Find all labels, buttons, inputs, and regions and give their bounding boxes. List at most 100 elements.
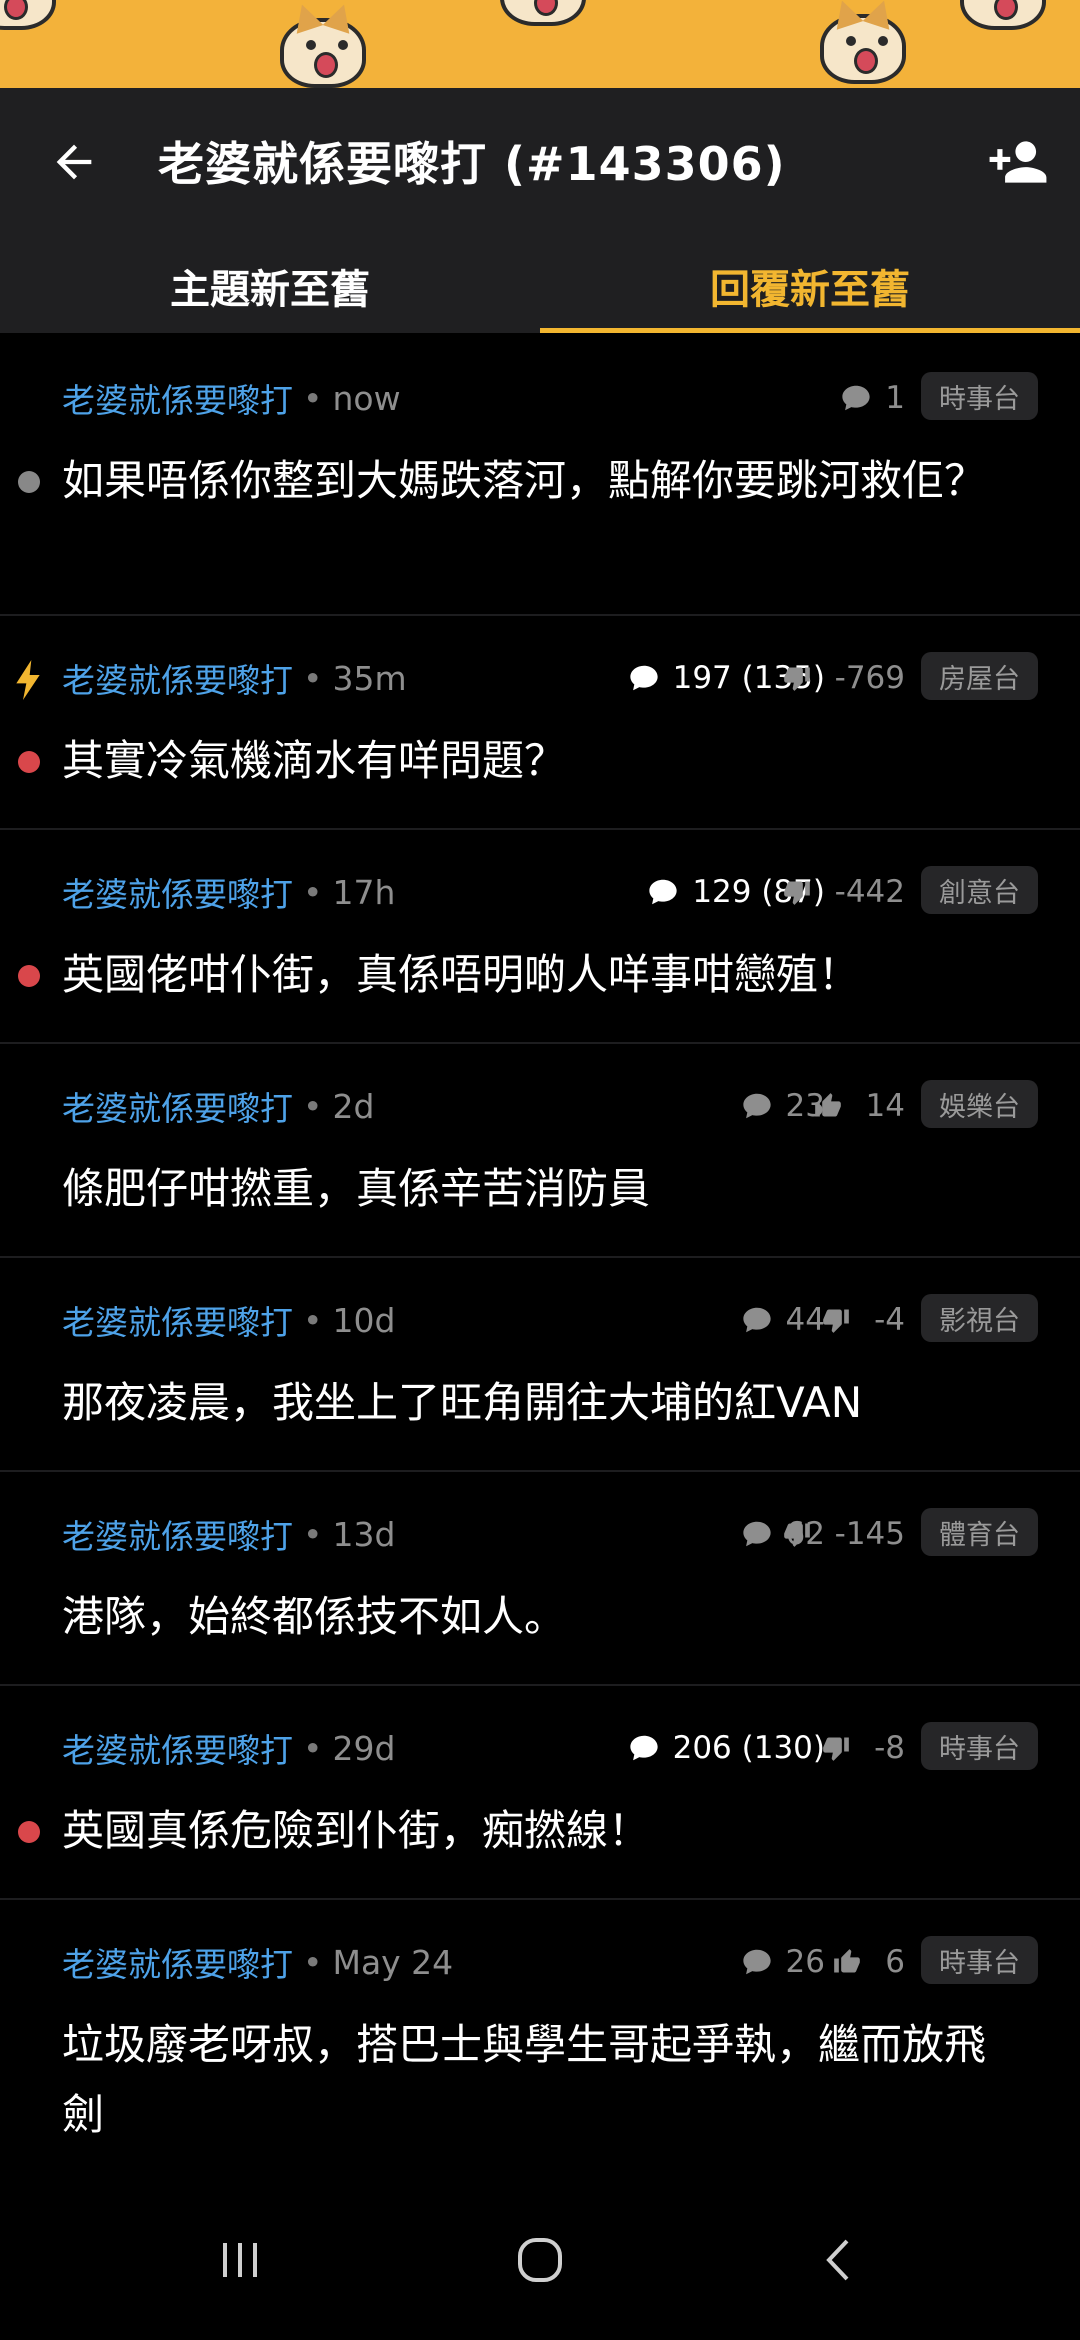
recent-apps-button[interactable] <box>180 2210 300 2310</box>
author-name[interactable]: 老婆就係要嚟打 <box>62 1510 293 1558</box>
post-time: 2d <box>332 1086 375 1126</box>
reply-stat: 44 <box>740 1302 825 1338</box>
dog-mascot-icon <box>280 18 366 88</box>
thread-meta: 老婆就係要嚟打 • now <box>62 378 401 421</box>
page-title: 老婆就係要嚟打 (#143306) <box>158 137 786 191</box>
arrow-left-icon <box>56 144 92 180</box>
reply-stat: 1 <box>839 380 905 416</box>
author-name[interactable]: 老婆就係要嚟打 <box>62 1724 293 1772</box>
channel-badge[interactable]: 時事台 <box>921 1936 1038 1984</box>
thread-title[interactable]: 英國佬咁仆街，真係唔明啲人咩事咁戀殖！ <box>62 940 1022 1010</box>
vote-stat: -8 <box>822 1730 905 1766</box>
thread-meta: 老婆就係要嚟打 • 29d <box>62 1728 396 1771</box>
unread-dot <box>18 471 40 493</box>
vote-count: -769 <box>783 658 905 698</box>
reply-count: 23 <box>740 1086 825 1126</box>
thumbs-down-icon <box>783 1523 810 1547</box>
tab-newest-topic[interactable]: 主題新至舊 <box>0 238 540 333</box>
thumbs-up-icon <box>814 1093 841 1117</box>
channel-badge[interactable]: 創意台 <box>921 866 1038 914</box>
thread-meta: 老婆就係要嚟打 • 10d <box>62 1300 395 1343</box>
reply-count-text: 26 <box>785 1944 825 1980</box>
channel-badge[interactable]: 時事台 <box>921 1722 1038 1770</box>
vote-count-text: -769 <box>834 660 905 696</box>
back-button[interactable] <box>36 124 112 200</box>
post-time: 17h <box>332 872 396 912</box>
thread-row[interactable]: 老婆就係要嚟打 • 2d 23 14 娛樂台條肥仔咁撚重，真係辛苦消防員 <box>0 1044 1080 1258</box>
post-time: 35m <box>332 658 407 698</box>
channel-badge[interactable]: 體育台 <box>921 1508 1038 1556</box>
unread-dot <box>18 1821 40 1843</box>
author-name[interactable]: 老婆就係要嚟打 <box>62 1082 293 1130</box>
author-name[interactable]: 老婆就係要嚟打 <box>62 374 293 422</box>
home-button[interactable] <box>480 2210 600 2310</box>
author-name[interactable]: 老婆就係要嚟打 <box>62 654 293 702</box>
author-name[interactable]: 老婆就係要嚟打 <box>62 1296 293 1344</box>
reply-count: 206 (130) <box>627 1728 825 1768</box>
thread-title[interactable]: 其實冷氣機滴水有咩問題？ <box>62 726 1022 796</box>
meta-separator: • <box>303 1728 323 1768</box>
channel-badge[interactable]: 影視台 <box>921 1294 1038 1342</box>
thumbs-down-icon <box>783 667 810 691</box>
vote-count-text: 6 <box>885 1944 905 1980</box>
thread-row[interactable]: 老婆就係要嚟打 • 17h 129 (87) -442 創意台 英國佬咁仆街，真係唔明啲人咩… <box>0 830 1080 1044</box>
recent-apps-icon <box>223 2243 257 2277</box>
reply-stat: 26 <box>740 1944 825 1980</box>
thread-title[interactable]: 英國真係危險到仆街，痴撚線！ <box>62 1796 1022 1866</box>
vote-stat: -442 <box>783 874 905 910</box>
vote-stat: -4 <box>822 1302 905 1338</box>
follow-user-button[interactable] <box>980 124 1056 200</box>
top-app-bar: 老婆就係要嚟打 (#143306) <box>0 88 1080 238</box>
thread-meta: 老婆就係要嚟打 • 2d <box>62 1086 375 1129</box>
speech-bubble-icon <box>649 879 677 905</box>
reply-count-text: 206 (130) <box>672 1730 825 1766</box>
post-time: 13d <box>332 1514 396 1554</box>
meta-separator: • <box>303 872 323 912</box>
lightning-bolt-icon <box>16 660 40 700</box>
speech-bubble-icon <box>742 1093 771 1119</box>
author-name[interactable]: 老婆就係要嚟打 <box>62 868 293 916</box>
thread-row[interactable]: 老婆就係要嚟打•13d62-145體育台港隊，始終都係技不如人。 <box>0 1472 1080 1686</box>
thread-title[interactable]: 港隊，始終都係技不如人。 <box>62 1582 1022 1652</box>
vote-stat: -769 <box>783 660 905 696</box>
vote-count-text: -8 <box>874 1730 905 1766</box>
meta-separator: • <box>303 1942 323 1982</box>
back-nav-button[interactable] <box>780 2210 900 2310</box>
thread-title[interactable]: 如果唔係你整到大媽跌落河，點解你要跳河救佢？ <box>62 446 1022 516</box>
vote-stat: -145 <box>783 1516 905 1552</box>
thumbs-down-icon <box>823 1737 849 1761</box>
thread-title[interactable]: 那夜凌晨，我坐上了旺角開往大埔的紅VAN <box>62 1368 1022 1438</box>
reply-stat: 23 <box>740 1088 825 1124</box>
thread-row[interactable]: 老婆就係要嚟打 • 35m 197 (135) -769 房屋台 其實冷氣機滴水有咩問題？ <box>0 616 1080 830</box>
post-time: now <box>332 378 401 418</box>
vote-stat: 14 <box>814 1088 905 1124</box>
post-time: 29d <box>332 1728 396 1768</box>
vote-count: -4 <box>822 1300 905 1340</box>
thread-row[interactable]: 老婆就係要嚟打 • now 1 時事台如果唔係你整到大媽跌落河，點解你要跳河救佢？ <box>0 336 1080 616</box>
thread-title[interactable]: 條肥仔咁撚重，真係辛苦消防員 <box>62 1154 1022 1224</box>
thread-row[interactable]: 老婆就係要嚟打 • 10d 44 -4 影視台那夜凌晨，我坐上了旺角開往大埔的紅VAN <box>0 1258 1080 1472</box>
thread-title[interactable]: 垃圾廢老呀叔，搭巴士與學生哥起爭執，繼而放飛劍 <box>62 2010 1022 2150</box>
dog-mascot-icon <box>820 14 906 84</box>
thread-row[interactable]: 老婆就係要嚟打 • 29d 206 (130) -8 時事台英國真係危險到仆街，痴撚線！ <box>0 1686 1080 1900</box>
meta-separator: • <box>303 1514 323 1554</box>
thread-meta: 老婆就係要嚟打 • 17h <box>62 872 396 915</box>
thread-meta: 老婆就係要嚟打 • May 24 <box>62 1942 453 1985</box>
author-name[interactable]: 老婆就係要嚟打 <box>62 1938 293 1986</box>
thumbs-up-icon <box>834 1949 861 1973</box>
reply-stat: 206 (130) <box>627 1730 825 1766</box>
system-nav-bar <box>0 2180 1080 2340</box>
vote-count: -442 <box>783 872 905 912</box>
reply-count: 44 <box>740 1300 825 1340</box>
channel-badge[interactable]: 房屋台 <box>921 652 1038 700</box>
vote-count-text: -145 <box>834 1516 905 1552</box>
channel-badge[interactable]: 時事台 <box>921 372 1038 420</box>
meta-separator: • <box>303 1300 323 1340</box>
tab-newest-reply[interactable]: 回覆新至舊 <box>540 238 1080 333</box>
home-icon <box>518 2238 562 2282</box>
channel-badge[interactable]: 娛樂台 <box>921 1080 1038 1128</box>
vote-count: -8 <box>822 1728 905 1768</box>
thread-row[interactable]: 老婆就係要嚟打 • May 24 26 6 時事台垃圾廢老呀叔，搭巴士與學生哥起爭執，繼而… <box>0 1900 1080 2186</box>
thumbs-down-icon <box>823 1309 849 1333</box>
vote-count: -145 <box>783 1514 905 1554</box>
